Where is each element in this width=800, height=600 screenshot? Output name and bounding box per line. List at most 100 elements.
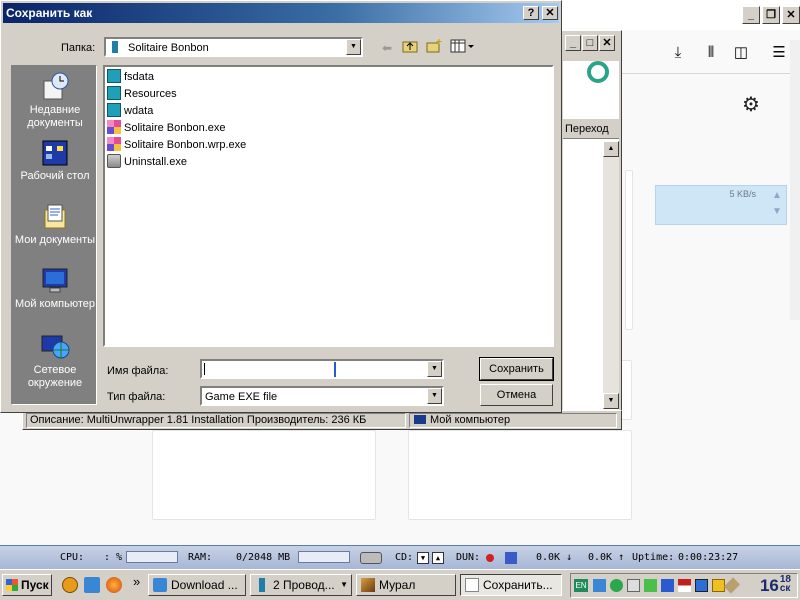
back-icon[interactable]: ⬅ — [377, 39, 397, 57]
firefox-icon[interactable] — [106, 577, 122, 593]
cd-label: CD: — [395, 552, 414, 563]
list-item[interactable]: fsdata — [107, 69, 154, 86]
dun-status-icon — [486, 554, 494, 562]
browser-scrollbar[interactable] — [790, 40, 800, 320]
start-button[interactable]: Пуск — [2, 574, 52, 596]
chevron-down-icon[interactable]: ▼ — [346, 39, 361, 55]
tray-display-icon[interactable] — [661, 579, 674, 592]
flag-icon[interactable] — [678, 579, 691, 592]
more-icon[interactable]: » — [133, 575, 140, 589]
tray-update-icon[interactable] — [644, 579, 657, 592]
download-rate: 0.0K ↓ — [536, 551, 572, 565]
up-folder-icon[interactable] — [400, 39, 420, 57]
place-my-computer[interactable]: Мой компьютер — [12, 266, 98, 311]
upload-rate-value: 0.0K — [588, 552, 613, 563]
cpu-label: CPU: — [60, 552, 85, 563]
download-scroll-icon[interactable]: ▲ ▼ — [770, 188, 784, 222]
browser-restore-button[interactable]: ❐ — [762, 6, 780, 24]
my-documents-icon — [44, 204, 66, 229]
library-icon[interactable]: ⫴ — [700, 42, 722, 64]
explorer-minimize-button[interactable]: _ — [565, 35, 581, 51]
list-item[interactable]: Resources — [107, 86, 177, 103]
task-explorer[interactable]: 2 Провод... ▼ — [250, 574, 352, 596]
filename-label: Имя файла: — [107, 365, 169, 377]
start-label: Пуск — [21, 578, 49, 592]
file-name: Solitaire Bonbon.exe — [124, 122, 226, 134]
chevron-down-icon[interactable]: ▼ — [427, 361, 442, 377]
explorer-scrollbar[interactable] — [603, 141, 619, 409]
tray-monitor-icon[interactable] — [695, 579, 708, 592]
folder-select[interactable]: Solitaire Bonbon ▼ — [104, 37, 363, 57]
download-panel[interactable]: 5 KB/s ▲ ▼ — [655, 185, 787, 225]
place-label: Сетевое окружение — [27, 364, 83, 389]
place-network[interactable]: Сетевое окружение — [12, 332, 98, 390]
task-download[interactable]: Download ... — [148, 574, 246, 596]
language-indicator[interactable]: EN — [574, 579, 588, 592]
help-button[interactable]: ? — [523, 6, 539, 20]
clock-minute-wrap: 18 ск — [780, 575, 791, 594]
list-item[interactable]: Solitaire Bonbon.wrp.exe — [107, 137, 246, 154]
gear-icon[interactable]: ⚙ — [742, 92, 760, 117]
goto-button[interactable]: Переход — [563, 119, 619, 139]
download-speed: 5 KB/s — [729, 189, 756, 199]
place-label: Мои документы — [14, 234, 96, 246]
status-location-label: Мой компьютер — [430, 414, 511, 426]
explorer-close-button[interactable]: ✕ — [599, 35, 615, 51]
network-status-icon — [505, 552, 517, 564]
new-folder-icon[interactable] — [424, 39, 444, 57]
clock[interactable]: 1618 ск — [760, 575, 791, 597]
file-list[interactable]: fsdata Resources wdata Solitaire Bonbon.… — [103, 65, 554, 347]
download-icon[interactable]: ⤓ — [667, 42, 689, 64]
menu-icon[interactable]: ☰ — [768, 42, 790, 64]
place-desktop[interactable]: Рабочий стол — [12, 138, 98, 183]
cd-up-icon[interactable]: ▲ — [432, 552, 444, 564]
browser-minimize-button[interactable]: _ — [742, 6, 760, 24]
list-item[interactable]: wdata — [107, 103, 153, 120]
filetype-label: Тип файла: — [107, 391, 166, 403]
uninstall-icon — [107, 154, 121, 168]
sidebar-icon[interactable]: ◫ — [730, 42, 752, 64]
list-item[interactable]: Solitaire Bonbon.exe — [107, 120, 226, 137]
list-item[interactable]: Uninstall.exe — [107, 154, 187, 171]
dun-label: DUN: — [456, 552, 481, 563]
place-my-documents[interactable]: Мои документы — [12, 202, 98, 247]
place-recent[interactable]: Недавние документы — [12, 72, 98, 130]
task-label: Download ... — [171, 578, 238, 592]
tray-wrench-icon[interactable] — [723, 577, 741, 594]
cpu-graph — [126, 551, 178, 563]
status-location: Мой компьютер — [409, 413, 617, 428]
tray-status-icon[interactable] — [610, 579, 623, 592]
system-monitor-bar: CPU: : % RAM: 0/2048 MB CD: ▼ ▲ DUN: 0.0… — [0, 545, 800, 569]
view-menu-icon[interactable] — [449, 39, 475, 57]
browser-close-button[interactable]: ✕ — [782, 6, 800, 24]
status-description: Описание: MultiUnwrapper 1.81 Installati… — [26, 413, 406, 428]
cancel-button[interactable]: Отмена — [480, 384, 553, 406]
arrow-up-icon: ↑ — [618, 552, 625, 563]
file-name: Resources — [124, 88, 177, 100]
file-name: Solitaire Bonbon.wrp.exe — [124, 139, 247, 151]
chevron-down-icon[interactable]: ▼ — [427, 388, 442, 404]
dialog-title: Сохранить как — [6, 6, 93, 20]
cpu-value: : % — [104, 552, 123, 563]
quicklaunch-explorer-icon[interactable] — [84, 577, 100, 593]
scroll-down-icon[interactable]: ▼ — [603, 393, 619, 409]
task-mural[interactable]: Мурал — [356, 574, 456, 596]
upload-rate: 0.0K ↑ — [588, 551, 624, 565]
computer-icon — [414, 415, 426, 424]
tray-network-icon[interactable] — [593, 579, 606, 592]
chevron-down-icon: ▼ — [340, 580, 348, 589]
my-computer-icon — [42, 268, 68, 293]
drive-icon — [360, 552, 382, 564]
scroll-up-icon[interactable]: ▲ — [603, 141, 619, 157]
explorer-maximize-button[interactable]: □ — [582, 35, 598, 51]
filename-input[interactable]: ▼ — [200, 359, 444, 379]
save-button[interactable]: Сохранить — [479, 357, 554, 381]
cd-down-icon[interactable]: ▼ — [417, 552, 429, 564]
close-button[interactable]: ✕ — [542, 6, 558, 20]
content-card — [408, 430, 632, 520]
volume-icon[interactable] — [627, 579, 640, 592]
task-save-dialog[interactable]: Сохранить... — [460, 574, 562, 596]
network-icon — [41, 335, 70, 359]
filetype-select[interactable]: Game EXE file ▼ — [200, 386, 444, 406]
quicklaunch-app-icon[interactable] — [62, 577, 78, 593]
